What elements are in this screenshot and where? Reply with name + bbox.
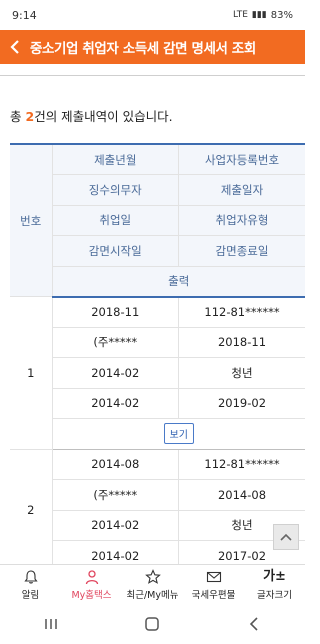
battery-text: 83%: [270, 9, 293, 21]
record-number: 2: [10, 449, 52, 564]
nav-label: 국세우편물: [191, 589, 236, 601]
page-title: 중소기업 취업자 소득세 감면 명세서 조회: [30, 41, 256, 57]
nav-label: My홈택스: [71, 589, 112, 601]
header-row: 번호 제출년월 사업자등록번호: [10, 143, 305, 297]
status-time: 9:14: [12, 8, 37, 22]
table-cell: 2018-11: [51, 296, 179, 328]
results-table: 번호 제출년월 사업자등록번호 징수의무자 제출일자 취업일 취업자유형 감면시…: [10, 143, 305, 564]
nav-item-tax-mail[interactable]: 국세우편물: [183, 565, 244, 604]
output-cell: 보기: [51, 418, 305, 450]
table-cell: 112-81******: [178, 449, 305, 480]
view-button[interactable]: 보기: [163, 423, 194, 445]
table-cell: 2014-02: [51, 357, 179, 389]
header-row: 징수의무자 제출일자: [10, 174, 305, 206]
divider: [0, 64, 305, 76]
network-label: LTE: [232, 10, 248, 20]
main-content[interactable]: 총 2건의 제출내역이 있습니다. 번호 제출년월 사업자등록번호 징수의무자 …: [0, 64, 305, 564]
nav-item-alerts[interactable]: 알림: [0, 565, 61, 604]
table-cell: (주*****: [51, 327, 179, 358]
signal-icon: ▮▮▮: [251, 10, 267, 20]
recent-apps-button[interactable]: [31, 617, 71, 631]
header-row: 감면시작일 감면종료일: [10, 235, 305, 267]
home-icon: [145, 617, 160, 631]
table-row: 2014-02 2017-02: [10, 540, 305, 564]
table-row: 2014-02 청년: [10, 510, 305, 541]
summary-prefix: 총: [10, 109, 26, 124]
table-row: 보기: [10, 418, 305, 450]
status-indicators: LTE ▮▮▮ 83%: [233, 10, 293, 21]
font-size-icon: 가±: [263, 568, 286, 584]
table-cell: 2019-02: [178, 388, 305, 419]
bell-icon: [23, 569, 38, 583]
person-icon: [85, 569, 98, 584]
table-cell: (주*****: [51, 479, 179, 511]
mail-icon: [206, 571, 221, 582]
header-output: 출력: [51, 266, 305, 298]
table-cell: 2018-11: [178, 327, 305, 358]
header-row: 취업일 취업자유형: [10, 205, 305, 236]
system-nav: [0, 604, 305, 644]
recent-apps-icon: [45, 619, 57, 629]
table-row: 1 2018-11 112-81******: [10, 296, 305, 450]
back-nav-button[interactable]: [234, 616, 274, 632]
table-cell: 2014-02: [51, 540, 179, 564]
nav-item-font-size[interactable]: 가± 글자크기: [244, 565, 305, 604]
table-cell: 2014-08: [51, 449, 179, 480]
record-number: 1: [10, 296, 52, 450]
header-cell: 제출일자: [178, 174, 305, 206]
table-row: 2 2014-08 112-81******: [10, 449, 305, 564]
table-row: (주***** 2014-08: [10, 479, 305, 511]
status-bar: 9:14 LTE ▮▮▮ 83%: [0, 0, 305, 30]
back-button[interactable]: [0, 39, 30, 55]
star-icon: [144, 568, 161, 584]
table-cell: 청년: [178, 357, 305, 389]
chevron-left-icon: [10, 40, 19, 54]
table-row: (주***** 2018-11: [10, 327, 305, 358]
summary-suffix: 건의 제출내역이 있습니다.: [34, 109, 173, 124]
app-header: 중소기업 취업자 소득세 감면 명세서 조회: [0, 30, 305, 64]
nav-label: 알림: [21, 589, 40, 601]
header-cell: 취업자유형: [178, 205, 305, 236]
chevron-up-icon: [280, 533, 292, 541]
nav-label: 최근/My메뉴: [126, 589, 179, 601]
header-cell: 제출년월: [51, 143, 179, 175]
header-cell: 사업자등록번호: [178, 143, 305, 175]
home-button[interactable]: [132, 616, 172, 632]
table-row: 2014-02 2019-02: [10, 388, 305, 419]
header-row: 출력: [10, 266, 305, 298]
nav-item-my-hometax[interactable]: My홈택스: [61, 565, 122, 604]
table-cell: 112-81******: [178, 296, 305, 328]
scroll-top-button[interactable]: [273, 524, 299, 550]
header-cell: 취업일: [51, 205, 179, 236]
table-cell: 2014-02: [51, 510, 179, 541]
header-num: 번호: [10, 143, 52, 297]
result-count: 2: [25, 109, 35, 124]
header-cell: 징수의무자: [51, 174, 179, 206]
result-summary: 총 2건의 제출내역이 있습니다.: [0, 76, 305, 143]
table-cell: 2014-08: [178, 479, 305, 511]
header-cell: 감면시작일: [51, 235, 179, 267]
table-row: 2014-02 청년: [10, 357, 305, 389]
back-icon: [250, 617, 258, 631]
nav-item-recent-menu[interactable]: 최근/My메뉴: [122, 565, 183, 604]
header-cell: 감면종료일: [178, 235, 305, 267]
bottom-nav: 알림 My홈택스 최근/My메뉴 국세우편물 가± 글자크기: [0, 564, 305, 604]
nav-label: 글자크기: [257, 589, 292, 601]
table-cell: 2014-02: [51, 388, 179, 419]
